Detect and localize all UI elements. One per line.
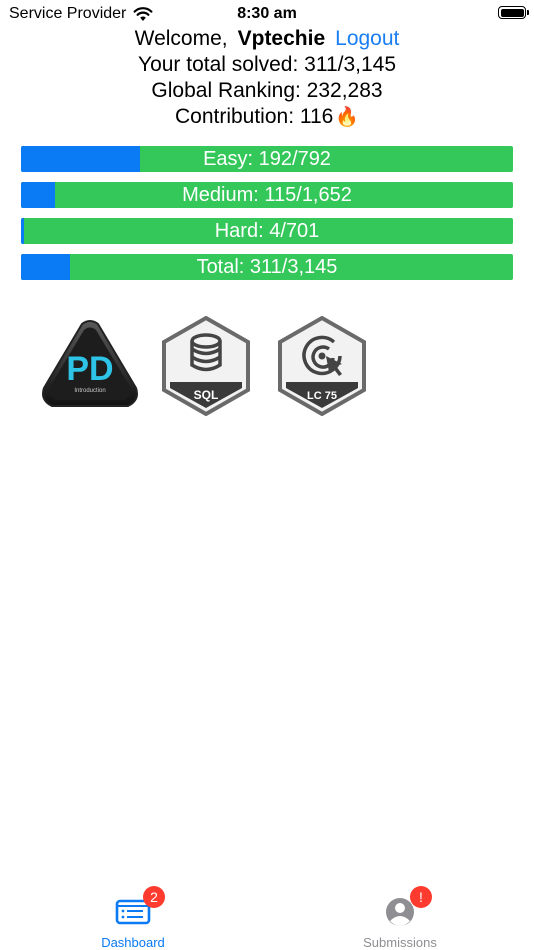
pd-introduction-badge-icon[interactable]: PD Introduction [40, 316, 140, 416]
submissions-badge: ! [410, 886, 432, 908]
contribution-row: Contribution: 116 🔥 [0, 104, 534, 131]
welcome-label: Welcome, [134, 27, 228, 50]
person-icon-wrap: ! [380, 886, 432, 928]
total-solved-text: Your total solved: 311/3,145 [137, 53, 397, 76]
fire-icon: 🔥 [335, 107, 360, 128]
username: Vptechie [237, 27, 326, 50]
dashboard-badge: 2 [143, 886, 165, 908]
sql-badge-icon[interactable]: SQL [156, 316, 256, 416]
global-ranking-text: Global Ranking: 232,283 [151, 79, 383, 102]
profile-header: Welcome, Vptechie Logout Your total solv… [0, 26, 534, 131]
medium-progress-bar: Medium: 115/1,652 [21, 182, 513, 208]
dashboard-icon-wrap: 2 [113, 886, 165, 928]
medium-progress-label: Medium: 115/1,652 [182, 184, 352, 206]
lc75-badge-title: LC 75 [307, 390, 337, 402]
easy-progress-label: Easy: 192/792 [203, 148, 331, 170]
status-bar: Service Provider 8:30 am [0, 0, 534, 28]
pd-badge-title: PD [66, 350, 113, 388]
pd-badge-subtitle: Introduction [74, 388, 105, 394]
tab-bar: 2 Dashboard ! Submissions [0, 886, 534, 950]
total-progress-bar: Total: 311/3,145 [21, 254, 513, 280]
tab-dashboard-label: Dashboard [101, 935, 165, 950]
easy-progress-bar: Easy: 192/792 [21, 146, 513, 172]
welcome-row: Welcome, Vptechie Logout [0, 26, 534, 52]
battery-icon [498, 6, 529, 19]
status-bar-time: 8:30 am [237, 5, 297, 22]
sql-badge-title: SQL [194, 388, 219, 402]
tab-submissions-label: Submissions [363, 935, 437, 950]
total-progress-label: Total: 311/3,145 [196, 256, 338, 278]
hard-progress-bar: Hard: 4/701 [21, 218, 513, 244]
contribution-text: Contribution: 116 [174, 105, 334, 128]
progress-bars: Easy: 192/792 Medium: 115/1,652 Hard: 4/… [21, 146, 513, 290]
badges-row: PD Introduction SQL LC 75 [40, 316, 372, 416]
tab-submissions[interactable]: ! Submissions [300, 886, 500, 950]
hard-progress-label: Hard: 4/701 [214, 220, 320, 242]
tab-dashboard[interactable]: 2 Dashboard [33, 886, 233, 950]
lc75-badge-icon[interactable]: LC 75 [272, 316, 372, 416]
logout-button[interactable]: Logout [335, 26, 399, 52]
